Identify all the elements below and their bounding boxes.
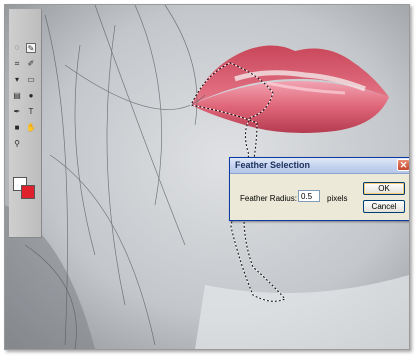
pen-icon[interactable]: ✒ (12, 107, 22, 117)
eraser-icon[interactable]: ▭ (26, 75, 36, 85)
dodge-icon[interactable]: ● (26, 91, 36, 101)
magic-wand-icon[interactable]: ✎ (26, 43, 36, 53)
background-color-swatch[interactable] (21, 185, 35, 199)
feather-radius-label: Feather Radius: (240, 194, 297, 203)
lasso-icon[interactable]: ◌ (12, 43, 22, 53)
crop-icon[interactable]: ⌗ (12, 59, 22, 69)
photo-canvas[interactable]: ◌ ✎ ⌗ ✐ ▾ ▭ ▤ ● ✒ T ■ ✋ ⚲ Feather Select… (4, 4, 410, 350)
shape-icon[interactable]: ■ (12, 123, 22, 133)
radius-units-label: pixels (327, 194, 348, 203)
feather-selection-dialog: Feather Selection ✕ Feather Radius: 0.5 … (229, 157, 409, 221)
dialog-title: Feather Selection (235, 160, 311, 170)
dialog-titlebar[interactable]: Feather Selection ✕ (230, 158, 409, 174)
gradient-icon[interactable]: ▤ (12, 91, 22, 101)
hand-icon[interactable]: ✋ (26, 123, 36, 133)
ok-button[interactable]: OK (363, 182, 405, 195)
close-icon[interactable]: ✕ (397, 159, 409, 171)
feather-radius-input[interactable]: 0.5 (298, 190, 320, 202)
type-icon[interactable]: T (26, 107, 36, 117)
cancel-button[interactable]: Cancel (363, 200, 405, 213)
stamp-icon[interactable]: ▾ (12, 75, 22, 85)
zoom-icon[interactable]: ⚲ (12, 139, 22, 149)
tools-palette: ◌ ✎ ⌗ ✐ ▾ ▭ ▤ ● ✒ T ■ ✋ ⚲ (9, 9, 42, 238)
brush-icon[interactable]: ✐ (26, 59, 36, 69)
